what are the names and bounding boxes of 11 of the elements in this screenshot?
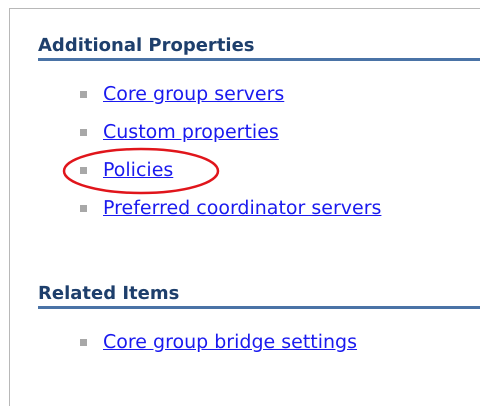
link[interactable]: Core group bridge settings — [103, 331, 358, 353]
section-heading: Related Items — [38, 283, 480, 309]
link[interactable]: Custom properties — [103, 121, 279, 143]
section-heading: Additional Properties — [38, 35, 480, 61]
bullet-icon — [80, 128, 87, 136]
bullet-icon — [80, 338, 87, 346]
link[interactable]: Core group servers — [103, 83, 284, 105]
bullet-icon — [80, 166, 87, 174]
bullet-icon — [80, 90, 87, 98]
link[interactable]: Preferred coordinator servers — [103, 197, 382, 219]
bullet-icon — [80, 204, 87, 212]
